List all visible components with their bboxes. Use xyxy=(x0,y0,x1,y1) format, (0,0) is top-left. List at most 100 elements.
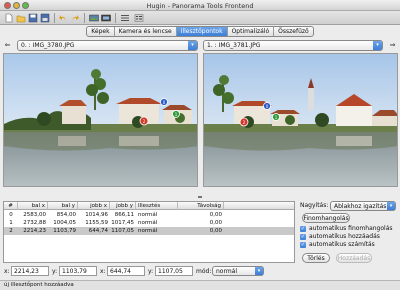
left-image-panel[interactable]: 0 1 2 xyxy=(3,53,198,187)
status-bar: új illesztőpont hozzáadva xyxy=(0,280,400,290)
tab-stitcher[interactable]: Összefűző xyxy=(274,27,313,36)
cell-left-y: 1004,05 xyxy=(53,220,76,226)
column-header-mode[interactable]: Illesztés xyxy=(136,202,178,210)
right-image-select-value: 1. : IMG_3781.JPG xyxy=(207,42,261,49)
toolbar-separator xyxy=(54,13,55,23)
tab-control-points[interactable]: Illesztőpontok xyxy=(176,27,228,36)
column-header-right-y[interactable]: jobb y xyxy=(110,202,136,210)
table-header: # bal x bal y jobb x jobb y Illesztés Tá… xyxy=(4,202,294,210)
control-point-marker[interactable]: 0 xyxy=(160,98,168,106)
list-icon[interactable] xyxy=(120,13,130,23)
status-text: új illesztőpont hozzáadva xyxy=(4,282,74,288)
previous-image-button[interactable]: ⇐ xyxy=(3,41,12,50)
column-header-left-y[interactable]: bal y xyxy=(48,202,78,210)
cell-left-x: 2732,88 xyxy=(23,220,46,226)
left-image-select-value: 0. : IMG_3780.JPG xyxy=(21,42,75,49)
add-button[interactable]: Hozzáadás xyxy=(336,253,372,263)
checkmark-icon: ✓ xyxy=(300,234,306,240)
cell-distance: 0,00 xyxy=(209,228,222,234)
toolbar-separator xyxy=(115,13,116,23)
chevron-down-icon: ▾ xyxy=(387,202,395,210)
mode-select[interactable]: normál ▾ xyxy=(212,266,264,276)
title-bar: Hugin - Panorama Tools Frontend xyxy=(0,0,400,11)
control-points-table: # bal x bal y jobb x jobb y Illesztés Tá… xyxy=(3,201,295,263)
auto-estimate-checkbox[interactable]: ✓ automatikus számítás xyxy=(300,241,375,249)
cell-left-y: 854,00 xyxy=(56,212,76,218)
auto-fine-tune-checkbox[interactable]: ✓ automatikus finomhangolás xyxy=(300,225,393,233)
main-tabs: Képek Kamera és lencse Illesztőpontok Op… xyxy=(0,26,400,37)
tab-optimizer[interactable]: Optimalizáló xyxy=(228,27,275,36)
main-toolbar xyxy=(0,11,400,25)
svg-text:2: 2 xyxy=(143,119,146,124)
cell-mode: normál xyxy=(138,212,158,218)
control-point-marker[interactable]: 1 xyxy=(272,113,280,121)
cell-index: 2 xyxy=(9,228,13,234)
table-row-selected[interactable]: 2 2214,23 1103,79 644,74 1107,05 normál … xyxy=(4,227,294,235)
hugin-window: Hugin - Panorama Tools Frontend Képek Ka… xyxy=(0,0,400,290)
svg-text:1: 1 xyxy=(175,112,178,117)
cell-distance: 0,00 xyxy=(209,212,222,218)
new-project-icon[interactable] xyxy=(4,13,14,23)
cell-left-y: 1103,79 xyxy=(53,228,76,234)
column-header-distance[interactable]: Távolság xyxy=(178,202,224,210)
zoom-label: Nagyítás: xyxy=(300,202,329,209)
control-point-marker[interactable]: 0 xyxy=(263,102,271,110)
control-point-marker-selected[interactable]: 2 xyxy=(239,117,249,127)
cell-left-x: 2214,23 xyxy=(23,228,46,234)
control-point-marker[interactable]: 1 xyxy=(172,110,180,118)
preview-icon[interactable] xyxy=(89,13,99,23)
column-header-left-x[interactable]: bal x xyxy=(18,202,48,210)
auto-add-checkbox[interactable]: ✓ automatikus hozzáadás xyxy=(300,233,380,241)
coordinate-bar: x: 2214,23 y: 1103,79 x: 644,74 y: 1107,… xyxy=(0,266,400,278)
table-row[interactable]: 0 2583,00 854,00 1014,96 866,11 normál 0… xyxy=(4,211,294,219)
cell-right-x: 1155,59 xyxy=(85,220,108,226)
left-x-input[interactable]: 2214,23 xyxy=(11,266,49,276)
open-icon[interactable] xyxy=(16,13,26,23)
chevron-down-icon: ▾ xyxy=(188,41,197,50)
table-row[interactable]: 1 2732,88 1004,05 1155,59 1017,45 normál… xyxy=(4,219,294,227)
column-header-right-x[interactable]: jobb x xyxy=(78,202,110,210)
right-x-input[interactable]: 644,74 xyxy=(107,266,145,276)
split-handle[interactable] xyxy=(198,196,202,198)
left-photo: 0 1 2 xyxy=(4,54,197,186)
next-image-button[interactable]: ⇒ xyxy=(388,41,397,50)
fine-tune-button[interactable]: Finomhangolás xyxy=(302,213,350,223)
cell-index: 1 xyxy=(9,220,13,226)
svg-text:0: 0 xyxy=(163,100,166,105)
right-image-select[interactable]: 1. : IMG_3781.JPG ▾ xyxy=(203,40,383,51)
tab-camera-lens[interactable]: Kamera és lencse xyxy=(115,27,177,36)
gl-preview-icon[interactable] xyxy=(101,13,111,23)
cell-mode: normál xyxy=(138,220,158,226)
right-image-panel[interactable]: 0 1 2 xyxy=(203,53,398,187)
save-icon[interactable] xyxy=(28,13,38,23)
cell-right-x: 644,74 xyxy=(88,228,108,234)
control-point-marker-selected[interactable]: 2 xyxy=(139,116,149,126)
cell-mode: normál xyxy=(138,228,158,234)
preferences-icon[interactable] xyxy=(134,13,144,23)
auto-estimate-label: automatikus számítás xyxy=(309,241,375,248)
save-as-icon[interactable] xyxy=(40,13,50,23)
cell-right-y: 1017,45 xyxy=(111,220,134,226)
undo-icon[interactable] xyxy=(58,13,68,23)
left-image-bar: ⇐ 0. : IMG_3780.JPG ▾ xyxy=(3,40,198,52)
cell-distance: 0,00 xyxy=(209,220,222,226)
toolbar-separator xyxy=(84,13,85,23)
svg-text:2: 2 xyxy=(243,120,246,125)
left-y-input[interactable]: 1103,79 xyxy=(59,266,97,276)
cell-right-y: 866,11 xyxy=(114,212,134,218)
mode-label: mód: xyxy=(196,268,212,275)
auto-fine-tune-label: automatikus finomhangolás xyxy=(309,225,393,232)
auto-add-label: automatikus hozzáadás xyxy=(309,233,380,240)
right-y-input[interactable]: 1107,05 xyxy=(155,266,193,276)
cell-right-x: 1014,96 xyxy=(85,212,108,218)
column-header-index[interactable]: # xyxy=(4,202,18,210)
svg-text:1: 1 xyxy=(275,115,278,120)
left-image-select[interactable]: 0. : IMG_3780.JPG ▾ xyxy=(17,40,198,51)
tab-images[interactable]: Képek xyxy=(87,27,115,36)
redo-icon[interactable] xyxy=(70,13,80,23)
zoom-select[interactable]: Ablakhoz igazítás ▾ xyxy=(330,201,396,211)
x1-label: x: xyxy=(4,268,10,275)
chevron-down-icon: ▾ xyxy=(373,41,382,50)
control-point-options: Nagyítás: Ablakhoz igazítás ▾ Finomhango… xyxy=(300,201,398,263)
delete-button[interactable]: Törlés xyxy=(302,253,330,263)
